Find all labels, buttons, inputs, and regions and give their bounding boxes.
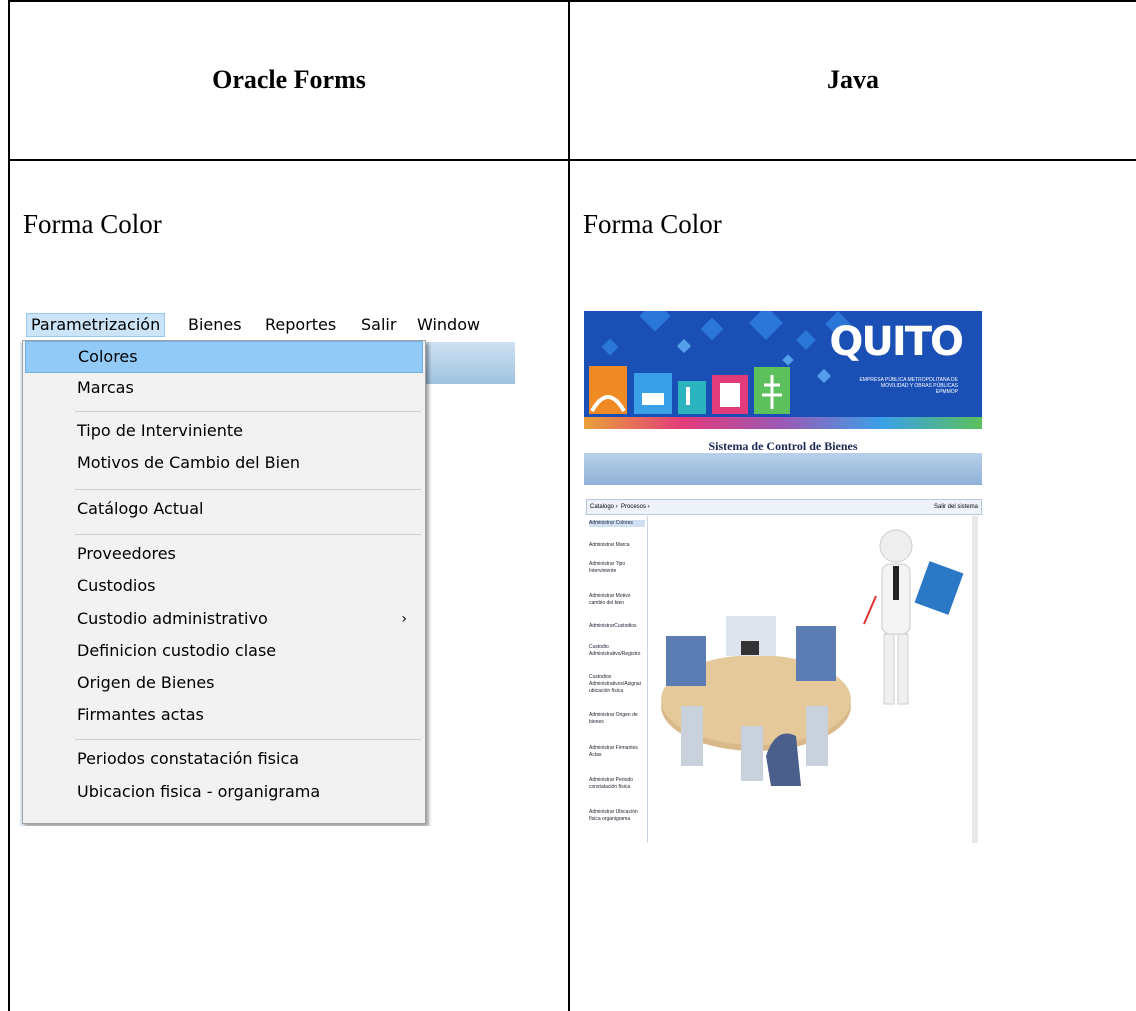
menu-item-marcas[interactable]: Marcas <box>25 373 421 403</box>
menubar: Parametrización Bienes Reportes Salir Wi… <box>20 310 515 340</box>
menu-item-periodos-constatacion[interactable]: Periodos constatación fisica <box>25 744 421 774</box>
menu-item-label: Definicion custodio clase <box>77 641 277 660</box>
sidebar-item[interactable]: AdministrarCustodios <box>589 623 645 630</box>
chevron-right-icon: › <box>401 611 407 627</box>
sidebar-item[interactable]: Administrar Colores <box>589 520 645 527</box>
menu-reportes[interactable]: Reportes <box>261 314 340 336</box>
menu-separator <box>75 411 421 412</box>
sidebar-item[interactable]: Administrar Firmantes Actas <box>589 745 645 759</box>
java-nav-bar: Catalogo › Procesos › Salir del sistema <box>586 499 982 515</box>
menu-item-label: Ubicacion fisica - organigrama <box>77 782 321 801</box>
sidebar-item[interactable]: Administrar Motivo cambio del bien <box>589 593 645 607</box>
java-sidebar: Administrar Colores Administrar Marca Ad… <box>587 516 648 843</box>
sidebar-item[interactable]: Custodios Administrativos/Asignar ubicac… <box>589 674 645 695</box>
menu-item-proveedores[interactable]: Proveedores <box>25 539 421 569</box>
menu-separator <box>75 534 421 535</box>
menu-item-label: Custodio administrativo <box>77 609 268 628</box>
logo-subtitle: EMPRESA PÚBLICA METROPOLITANA DE MOVILID… <box>859 377 958 395</box>
menu-separator <box>75 739 421 740</box>
menu-item-definicion-custodio-clase[interactable]: Definicion custodio clase <box>25 636 421 666</box>
sidebar-item[interactable]: Administrar Tipo Interviniente <box>589 561 645 575</box>
nav-catalogo[interactable]: Catalogo › <box>590 500 618 514</box>
menu-item-label: Colores <box>78 347 138 366</box>
menu-item-catalogo-actual[interactable]: Catálogo Actual <box>25 494 421 524</box>
app-title: Sistema de Control de Bienes <box>708 439 858 453</box>
header-banner: QUITO EMPRESA PÚBLICA METROPOLITANA DE M… <box>584 311 982 429</box>
menu-salir[interactable]: Salir <box>357 314 400 336</box>
nav-procesos[interactable]: Procesos › <box>621 500 650 514</box>
banner-stripe <box>584 417 982 429</box>
menu-item-label: Catálogo Actual <box>77 499 204 518</box>
menu-bienes[interactable]: Bienes <box>184 314 246 336</box>
nav-salir-sistema[interactable]: Salir del sistema <box>934 500 978 514</box>
menu-item-motivos-cambio[interactable]: Motivos de Cambio del Bien <box>25 448 421 478</box>
sidebar-item[interactable]: Administrar Ubicación física organigrama <box>589 809 645 823</box>
menu-window[interactable]: Window <box>413 314 484 336</box>
header-bar <box>584 453 982 485</box>
menu-item-firmantes-actas[interactable]: Firmantes actas <box>25 700 421 730</box>
oracle-forms-screenshot: Parametrización Bienes Reportes Salir Wi… <box>20 310 515 826</box>
menu-item-label: Periodos constatación fisica <box>77 749 300 768</box>
menu-item-custodio-administrativo[interactable]: Custodio administrativo › <box>25 604 421 634</box>
menu-item-colores[interactable]: Colores <box>25 341 423 373</box>
menu-parametrizacion[interactable]: Parametrización <box>26 313 166 337</box>
parametrizacion-dropdown: Colores Marcas Tipo de Interviniente Mot… <box>22 340 426 824</box>
header-java: Java <box>827 65 879 94</box>
label-java-forma-color: Forma Color <box>583 209 722 239</box>
menu-item-ubicacion-fisica[interactable]: Ubicacion fisica - organigrama <box>25 777 421 807</box>
java-screenshot: QUITO EMPRESA PÚBLICA METROPOLITANA DE M… <box>584 311 982 843</box>
menu-item-label: Proveedores <box>77 544 176 563</box>
sidebar-item[interactable]: Administrar Origen de bienes <box>589 712 645 726</box>
menu-item-tipo-interviniente[interactable]: Tipo de Interviniente <box>25 416 421 446</box>
quito-logo: QUITO <box>829 319 964 365</box>
scrollbar[interactable] <box>972 516 978 843</box>
sidebar-item[interactable]: Administrar Periodo constatación física <box>589 777 645 791</box>
menu-item-label: Custodios <box>77 576 156 595</box>
header-oracle-forms: Oracle Forms <box>212 65 366 94</box>
sidebar-item[interactable]: Administrar Marca <box>589 542 645 549</box>
menu-item-origen-bienes[interactable]: Origen de Bienes <box>25 668 421 698</box>
menu-item-label: Motivos de Cambio del Bien <box>77 453 301 472</box>
menu-item-label: Firmantes actas <box>77 705 204 724</box>
office-illustration <box>661 529 964 786</box>
menu-item-label: Origen de Bienes <box>77 673 215 692</box>
menu-separator <box>75 489 421 490</box>
menu-item-custodios[interactable]: Custodios <box>25 571 421 601</box>
menu-item-label: Tipo de Interviniente <box>77 421 243 440</box>
window-background <box>425 342 515 384</box>
label-oracle-forma-color: Forma Color <box>23 209 162 239</box>
menu-item-label: Marcas <box>77 378 134 397</box>
sidebar-item[interactable]: Custodio Administrativo/Registro <box>589 644 645 658</box>
